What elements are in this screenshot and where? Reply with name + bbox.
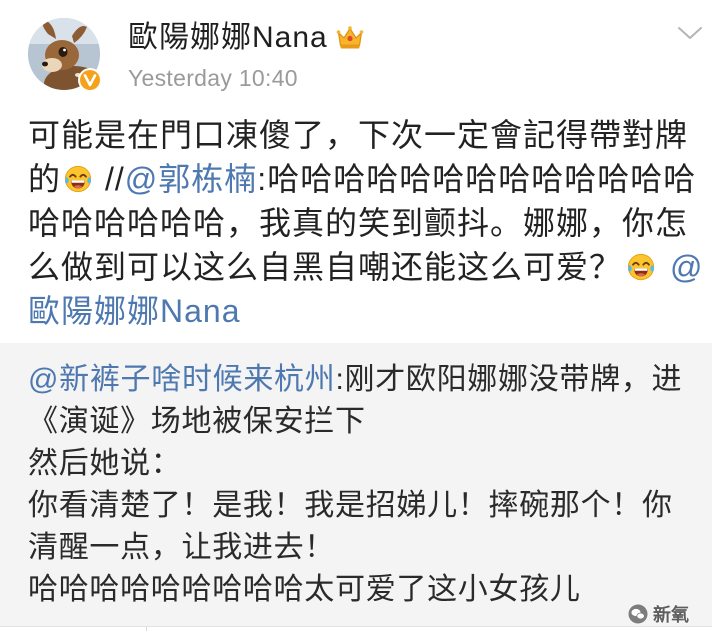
post-text: 可能是在門口凍傻了，下次一定會記得帶對牌 bbox=[28, 117, 689, 153]
post-text: :哈哈哈哈哈哈哈哈哈哈哈哈哈 bbox=[257, 161, 697, 197]
post-text-line-2: 的 //@郭栋楠:哈哈哈哈哈哈哈哈哈哈哈哈哈 bbox=[28, 157, 712, 201]
post-text: 么做到可以这么自黑自嘲还能这么可爱？ bbox=[28, 249, 623, 285]
post-menu-button[interactable] bbox=[674, 20, 706, 46]
retweeted-post-card[interactable]: @新裤子啥时候来杭州:刚才欧阳娜娜没带牌，进 《演诞》场地被保安拦下 然后她说：… bbox=[0, 343, 712, 626]
retweet-text-line-2: 《演诞》场地被保安拦下 bbox=[28, 401, 712, 443]
retweet-text: 你看清楚了！是我！我是招娣儿！摔碗那个！你 bbox=[28, 489, 673, 522]
post-text-line-4: 么做到可以这么自黑自嘲还能这么可爱？ @ bbox=[28, 245, 712, 289]
repost-separator: // bbox=[105, 161, 125, 197]
post-text-line-3: 哈哈哈哈哈哈，我真的笑到颤抖。娜娜，你怎 bbox=[28, 201, 712, 245]
retweet-text-line-4: 你看清楚了！是我！我是招娣儿！摔碗那个！你 bbox=[28, 485, 712, 527]
watermark-text: 新氧 bbox=[653, 605, 689, 625]
post-text-line-5: 歐陽娜娜Nana bbox=[28, 289, 712, 333]
crown-icon bbox=[336, 25, 364, 51]
retweet-text-line-5: 清醒一点，让我进去！ bbox=[28, 527, 712, 569]
action-bar-edge bbox=[0, 626, 712, 631]
post-text-line-1: 可能是在門口凍傻了，下次一定會記得帶對牌 bbox=[28, 113, 712, 157]
laugh-cry-emoji-icon bbox=[63, 164, 93, 194]
post-text: 的 bbox=[28, 161, 62, 197]
retweet-text-line-6: 哈哈哈哈哈哈哈哈哈太可爱了这小女孩儿 bbox=[28, 569, 712, 611]
author-name[interactable]: 歐陽娜娜Nana bbox=[128, 19, 328, 57]
mention-link[interactable]: @郭栋楠 bbox=[125, 161, 258, 197]
weibo-post-card: 歐陽娜娜Nana Yesterday 10:40 可能是在門口凍傻了，下次一定會… bbox=[0, 0, 712, 631]
post-text: 哈哈哈哈哈哈，我真的笑到颤抖。娜娜，你怎 bbox=[28, 205, 689, 241]
retweet-text: 清醒一点，让我进去！ bbox=[28, 531, 335, 564]
laugh-cry-emoji-icon bbox=[626, 252, 656, 282]
verified-v-icon bbox=[77, 67, 103, 93]
post-timestamp: Yesterday 10:40 bbox=[128, 65, 298, 91]
retweet-body: @新裤子啥时候来杭州:刚才欧阳娜娜没带牌，进 《演诞》场地被保安拦下 然后她说：… bbox=[28, 359, 712, 611]
retweet-text: 哈哈哈哈哈哈哈哈哈太可爱了这小女孩儿 bbox=[28, 573, 581, 606]
wechat-icon bbox=[628, 604, 648, 624]
chevron-down-icon bbox=[678, 27, 702, 39]
retweet-text: 然后她说： bbox=[28, 447, 182, 480]
retweet-text-line-1: @新裤子啥时候来杭州:刚才欧阳娜娜没带牌，进 bbox=[28, 359, 712, 401]
post-body: 可能是在門口凍傻了，下次一定會記得帶對牌 的 //@郭栋楠:哈哈哈哈哈哈哈哈哈哈哈… bbox=[28, 113, 712, 333]
action-bar-divider bbox=[146, 627, 147, 631]
watermark: 新氧 bbox=[628, 602, 689, 626]
author-row: 歐陽娜娜Nana bbox=[128, 19, 364, 57]
retweet-text: 《演诞》场地被保安拦下 bbox=[28, 405, 366, 438]
mention-link[interactable]: 歐陽娜娜Nana bbox=[28, 293, 241, 329]
retweet-text-line-3: 然后她说： bbox=[28, 443, 712, 485]
mention-link[interactable]: @ bbox=[670, 249, 703, 285]
retweet-text: :刚才欧阳娜娜没带牌，进 bbox=[335, 363, 683, 396]
mention-link[interactable]: @新裤子啥时候来杭州 bbox=[28, 363, 335, 396]
